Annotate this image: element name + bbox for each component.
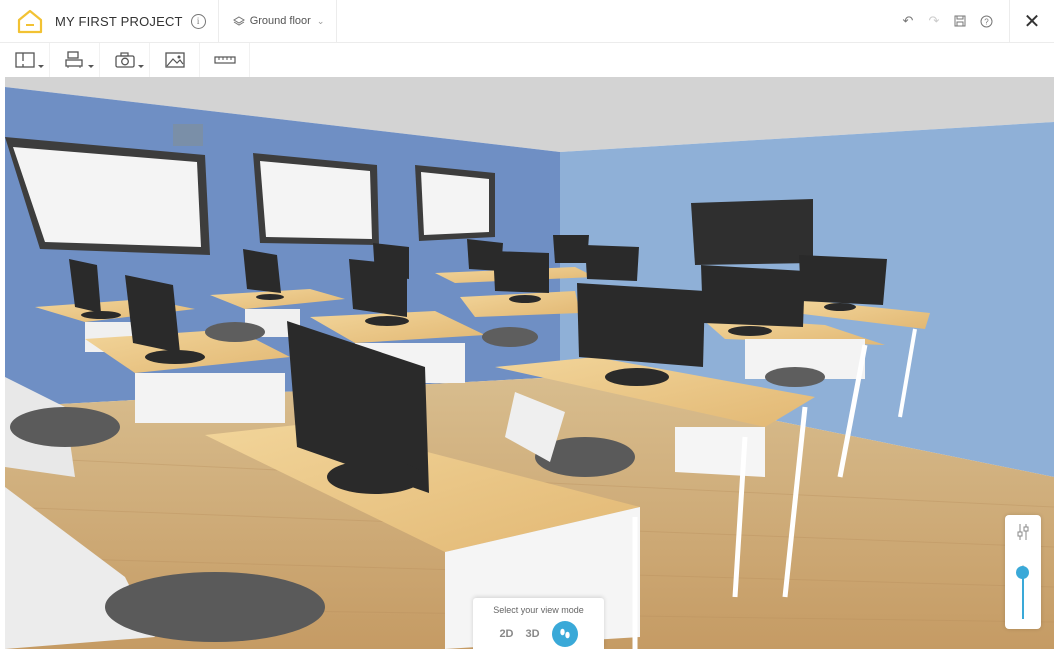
view-mode-panel: Select your view mode 2D 3D (473, 598, 604, 649)
monitor (585, 245, 639, 281)
toolbar-empty-area (250, 43, 1054, 77)
image-icon (164, 52, 185, 68)
svg-text:?: ? (984, 17, 989, 26)
view-mode-title: Select your view mode (493, 605, 584, 615)
office-chair (482, 327, 538, 347)
floor-label: Ground floor (249, 15, 311, 27)
office-chair (765, 367, 825, 387)
divider (217, 0, 219, 42)
help-icon[interactable]: ? (973, 8, 999, 34)
close-button[interactable]: ✕ (1009, 0, 1054, 42)
monitor (553, 235, 589, 263)
redo-icon[interactable]: ↷ (921, 8, 947, 34)
image-tool-button[interactable] (150, 43, 200, 77)
divider (336, 0, 338, 42)
dropdown-caret-icon (138, 65, 144, 68)
monitor (373, 243, 409, 279)
home-logo-icon[interactable] (14, 5, 46, 37)
floorplan-tool-button[interactable] (0, 43, 50, 77)
info-icon[interactable]: i (190, 13, 206, 29)
whiteboard (415, 165, 495, 241)
layers-icon (232, 16, 245, 26)
save-icon[interactable] (947, 8, 973, 34)
3d-viewport[interactable] (5, 77, 1054, 649)
project-title[interactable]: MY FIRST PROJECT (55, 14, 183, 29)
camera-tool-button[interactable] (100, 43, 150, 77)
chevron-down-icon: ⌄ (316, 15, 325, 26)
view-2d-button[interactable]: 2D (499, 628, 513, 640)
toolbar (0, 43, 251, 77)
walkthrough-view-button[interactable] (551, 621, 578, 647)
whiteboard (253, 153, 379, 245)
header-actions: ↶ ↷ ? ✕ (895, 0, 1054, 42)
zoom-slider[interactable] (1005, 515, 1041, 629)
undo-icon[interactable]: ↶ (895, 8, 921, 34)
footsteps-icon (559, 628, 570, 639)
floor-selector[interactable]: Ground floor ⌄ (232, 15, 325, 27)
zoom-handle[interactable] (1016, 566, 1029, 579)
floorplan-icon (14, 52, 35, 68)
wall-vent (173, 124, 203, 146)
brightness-adjust-icon (1017, 524, 1029, 540)
camera-icon (114, 52, 135, 68)
measure-tool-button[interactable] (200, 43, 250, 77)
furniture-icon (64, 51, 83, 68)
dropdown-caret-icon (88, 65, 94, 68)
dropdown-caret-icon (38, 65, 44, 68)
office-chair (205, 322, 265, 342)
furniture-tool-button[interactable] (50, 43, 100, 77)
view-3d-button[interactable]: 3D (526, 628, 540, 640)
wall-tv (691, 199, 813, 265)
top-bar: MY FIRST PROJECT i Ground floor ⌄ ↶ ↷ ? … (0, 0, 1054, 43)
ruler-icon (213, 56, 236, 64)
